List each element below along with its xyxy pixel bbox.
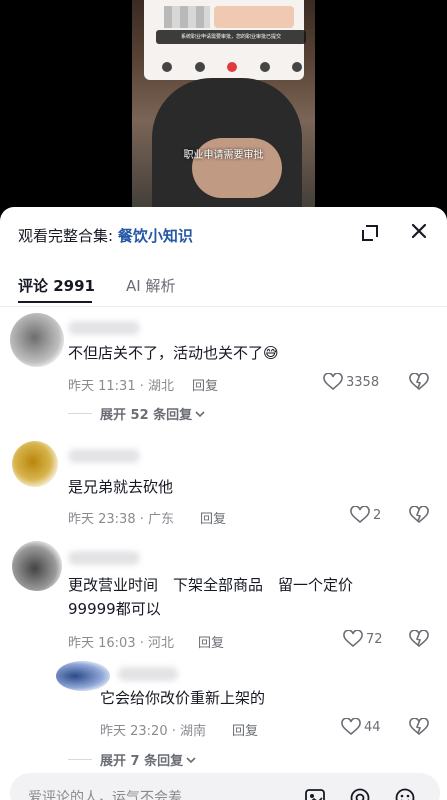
username[interactable] — [68, 551, 140, 565]
comment-input[interactable]: 爱评论的人，运气不会差 — [10, 773, 440, 800]
expand-replies-button[interactable]: 展开 52 条回复 — [68, 404, 206, 423]
tab-comments[interactable]: 评论 2991 — [18, 275, 95, 303]
expand-icon[interactable] — [357, 220, 383, 246]
expand-replies-label: 展开 7 条回复 — [100, 754, 184, 769]
expand-replies-button[interactable]: 展开 7 条回复 — [68, 750, 197, 769]
tab-ai-label: AI 解析 — [126, 277, 176, 295]
expand-replies-label: 展开 52 条回复 — [100, 408, 193, 423]
tab-bar: 评论 2991 AI 解析 — [0, 267, 447, 307]
like-button[interactable]: 72 — [343, 630, 383, 648]
avatar[interactable] — [10, 313, 64, 367]
comment-text: 不但店关不了，活动也关不了😅 — [68, 344, 279, 362]
close-icon[interactable] — [406, 218, 432, 244]
video-popup-text: 系统职业申请需要审批，您的职业审批已提交 — [156, 30, 306, 44]
like-button[interactable]: 2 — [350, 506, 381, 524]
collection-prefix: 观看完整合集: — [18, 227, 118, 245]
reply-button[interactable]: 回复 — [232, 720, 258, 739]
collection-name[interactable]: 餐饮小知识 — [118, 227, 193, 245]
heart-icon — [350, 506, 370, 524]
comment-time-location: 昨天 11:31 · 湖北 — [68, 379, 174, 394]
tab-active-indicator — [18, 301, 92, 303]
heart-icon — [323, 373, 343, 391]
username[interactable] — [118, 667, 178, 681]
avatar[interactable] — [12, 541, 62, 591]
reply-button[interactable]: 回复 — [200, 508, 226, 527]
comment-time-location: 昨天 16:03 · 河北 — [68, 636, 174, 651]
heart-icon — [343, 630, 363, 648]
like-count: 44 — [364, 719, 381, 735]
divider-line — [68, 413, 92, 414]
chevron-down-icon — [195, 410, 205, 417]
avatar[interactable] — [12, 441, 58, 487]
reply-button[interactable]: 回复 — [198, 632, 224, 651]
tab-ai-analysis[interactable]: AI 解析 — [126, 275, 175, 296]
dislike-icon[interactable] — [409, 372, 429, 395]
like-count: 3358 — [346, 374, 380, 390]
chevron-down-icon — [186, 756, 196, 763]
video-app-icons — [162, 62, 302, 78]
video-player[interactable]: 系统职业申请需要审批，您的职业审批已提交 职业申请需要审批 — [0, 0, 447, 220]
heart-icon — [341, 718, 361, 736]
username[interactable] — [68, 449, 140, 463]
video-phone-screen: 系统职业申请需要审批，您的职业审批已提交 — [144, 0, 306, 80]
video-caption: 职业申请需要审批 — [183, 150, 264, 161]
comment-sheet: 观看完整合集: 餐饮小知识 评论 2991 AI 解析 不但店关不了，活动也关不… — [0, 207, 447, 800]
comment-input-placeholder: 爱评论的人，运气不会差 — [28, 790, 182, 800]
tab-comments-label: 评论 2991 — [18, 277, 95, 295]
dislike-icon[interactable] — [409, 505, 429, 528]
comment-text-line2: 99999都可以 — [68, 600, 161, 618]
dislike-icon[interactable] — [409, 717, 429, 740]
comment-text: 是兄弟就去砍他 — [68, 478, 174, 496]
video-banner — [214, 6, 294, 28]
like-count: 72 — [366, 631, 383, 647]
like-count: 2 — [373, 507, 382, 523]
dislike-icon[interactable] — [409, 629, 429, 652]
like-button[interactable]: 3358 — [323, 373, 379, 391]
reply-text: 它会给你改价重新上架的 — [100, 689, 266, 707]
video-frame: 系统职业申请需要审批，您的职业审批已提交 职业申请需要审批 — [132, 0, 315, 220]
emoji-icon[interactable] — [394, 787, 416, 800]
collection-link[interactable]: 观看完整合集: 餐饮小知识 — [18, 225, 193, 246]
video-blurred-title — [164, 6, 210, 28]
comment-text-line1: 更改营业时间 下架全部商品 留一个定价 — [68, 576, 354, 594]
username[interactable] — [68, 321, 140, 335]
mention-icon[interactable] — [349, 787, 371, 800]
reply-time-location: 昨天 23:20 · 湖南 — [100, 724, 206, 739]
reply-button[interactable]: 回复 — [192, 375, 218, 394]
image-icon[interactable] — [304, 787, 326, 800]
divider-line — [68, 759, 92, 760]
comment-time-location: 昨天 23:38 · 广东 — [68, 512, 174, 527]
like-button[interactable]: 44 — [341, 718, 381, 736]
